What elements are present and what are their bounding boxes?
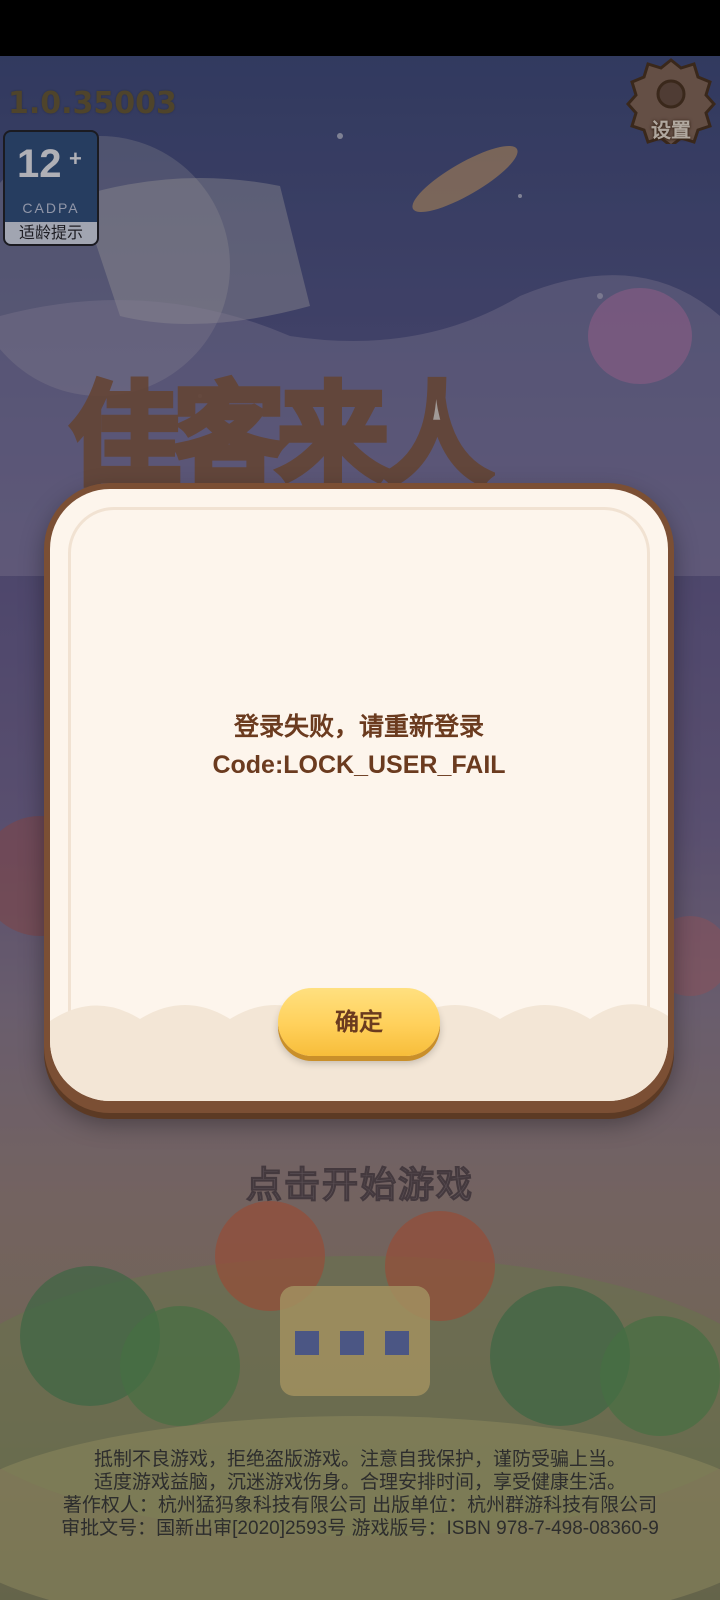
dialog-message-text: 登录失败，请重新登录 bbox=[233, 712, 484, 741]
dialog-message: 登录失败，请重新登录 Code:LOCK_USER_FAIL bbox=[44, 708, 674, 784]
footer-notice: 抵制不良游戏，拒绝盗版游戏。注意自我保护，谨防受骗上当。 适度游戏益脑，沉迷游戏… bbox=[0, 1448, 720, 1540]
footer-line: 适度游戏益脑，沉迷游戏伤身。合理安排时间，享受健康生活。 bbox=[93, 1472, 626, 1493]
dialog-error-code: Code:LOCK_USER_FAIL bbox=[212, 751, 506, 779]
confirm-button[interactable]: 确定 bbox=[278, 988, 440, 1056]
footer-line: 审批文号：国新出审[2020]2593号 游戏版号：ISBN 978-7-498… bbox=[61, 1518, 659, 1539]
footer-line: 抵制不良游戏，拒绝盗版游戏。注意自我保护，谨防受骗上当。 bbox=[93, 1449, 626, 1470]
footer-line: 著作权人：杭州猛犸象科技有限公司 出版单位：杭州群游科技有限公司 bbox=[62, 1495, 658, 1516]
status-bar bbox=[0, 0, 720, 56]
error-dialog: 登录失败，请重新登录 Code:LOCK_USER_FAIL 确定 bbox=[44, 483, 674, 1113]
